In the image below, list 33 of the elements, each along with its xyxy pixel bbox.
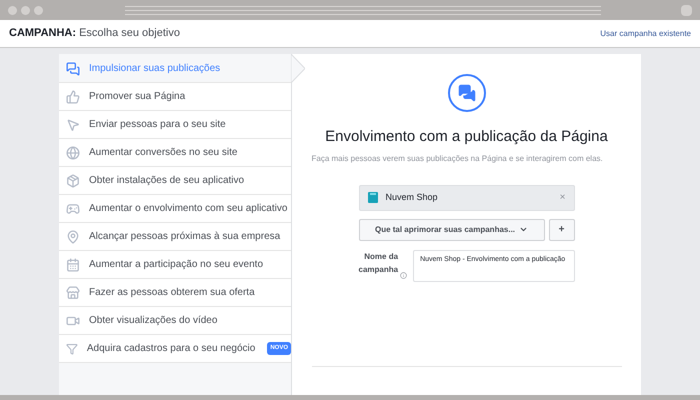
objective-item[interactable]: Alcançar pessoas próximas à sua empresa <box>59 223 291 251</box>
chat-bubbles-icon <box>458 84 476 102</box>
page-selector-field[interactable]: Nuvem Shop × <box>358 184 574 210</box>
funnel-icon <box>66 342 78 356</box>
page-heading: CAMPANHA: Escolha seu objetivo <box>9 26 180 42</box>
info-icon <box>400 272 408 278</box>
suggestions-dropdown[interactable]: Que tal aprimorar suas campanhas... <box>358 218 544 240</box>
campaign-name-label: Nome da campanha <box>358 250 398 276</box>
objective-item[interactable]: Enviar pessoas para o seu site <box>59 111 291 139</box>
caret-icon <box>519 225 528 234</box>
objective-item[interactable]: Aumentar a participação no seu evento <box>59 251 291 279</box>
objective-title: Envolvimento com a publicação da Página <box>325 127 608 147</box>
existing-campaign-link[interactable]: Usar campanha existente <box>600 28 691 40</box>
objective-item[interactable]: Promover sua Página <box>59 83 291 111</box>
address-bar-icon <box>125 6 601 14</box>
calendar-icon <box>66 258 80 272</box>
add-button[interactable]: + <box>548 218 574 240</box>
window-button-icon[interactable] <box>681 4 692 16</box>
map-pin-icon <box>66 230 80 244</box>
page-logo-icon <box>368 192 378 203</box>
objective-item[interactable]: Obter visualizações do vídeo <box>59 307 291 335</box>
objective-description: Faça mais pessoas verem suas publicações na Página e se interagirem com elas. <box>312 152 604 164</box>
objective-item[interactable]: Aumentar o envolvimento com seu aplicativo <box>59 195 291 223</box>
box-icon <box>66 174 80 188</box>
chat-bubbles-icon <box>66 62 80 76</box>
thumbs-up-icon <box>66 90 80 104</box>
objective-item[interactable]: Obter instalações de seu aplicativo <box>59 167 291 195</box>
globe-icon <box>66 146 80 160</box>
store-icon <box>66 286 80 300</box>
gamepad-icon <box>66 202 80 216</box>
objective-item[interactable]: Fazer as pessoas obterem sua oferta <box>59 279 291 307</box>
pointer-icon <box>66 118 80 132</box>
objective-item[interactable]: Aumentar conversões no seu site <box>59 139 291 167</box>
